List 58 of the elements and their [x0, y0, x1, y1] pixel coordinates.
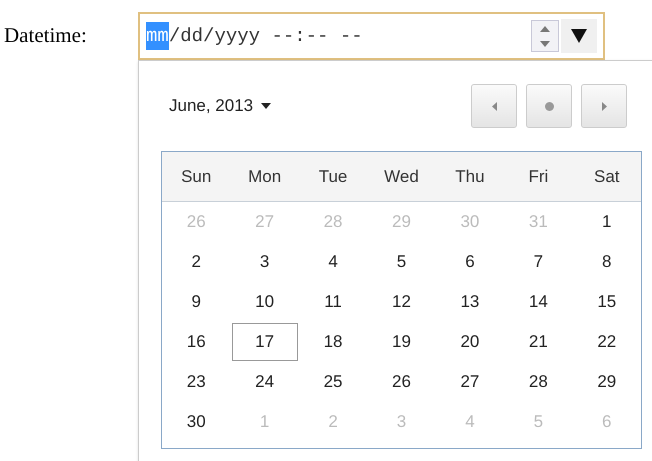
day-cell[interactable]: 27 [436, 363, 503, 401]
date-segment[interactable]: yyyy [214, 22, 260, 50]
weekday-header: Sat [593, 166, 621, 188]
date-segment[interactable]: dd [180, 22, 204, 50]
day-cell[interactable]: 11 [300, 283, 366, 321]
day-cell[interactable]: 18 [300, 323, 366, 361]
day-cell[interactable]: 28 [505, 363, 572, 401]
datetime-field[interactable]: mm/dd/yyyy --:-- -- [138, 12, 605, 60]
date-segment[interactable]: / [203, 22, 214, 50]
day-cell[interactable]: 9 [163, 283, 230, 321]
left-arrow-icon [492, 102, 496, 110]
day-cell[interactable]: 15 [574, 283, 640, 321]
day-cell[interactable]: 1 [574, 203, 640, 241]
down-arrow-icon [540, 40, 550, 46]
day-cell[interactable]: 22 [574, 323, 640, 361]
dot-icon [544, 102, 554, 110]
weekday-header: Fri [527, 166, 550, 188]
date-segment[interactable]: -- [328, 22, 363, 50]
day-cell[interactable]: 14 [505, 283, 572, 321]
day-cell[interactable]: 24 [232, 363, 298, 401]
caret-icon [261, 103, 272, 109]
day-cell[interactable]: 10 [232, 283, 298, 321]
date-segment[interactable]: / [168, 22, 180, 50]
next-month-button[interactable] [581, 84, 627, 128]
dropdown-button[interactable] [561, 19, 597, 53]
right-arrow-icon [602, 102, 606, 110]
day-cell[interactable]: 20 [436, 323, 503, 361]
day-cell[interactable]: 26 [368, 363, 434, 401]
day-cell[interactable]: 23 [163, 363, 230, 401]
weekday-header: Wed [383, 166, 420, 188]
today-button[interactable] [526, 84, 572, 128]
day-cell[interactable]: 13 [436, 283, 503, 321]
day-cell[interactable]: 8 [574, 243, 640, 281]
weekday-header: Thu [454, 166, 486, 188]
day-cell[interactable]: 17 [232, 323, 298, 361]
day-cell[interactable]: 25 [300, 363, 366, 401]
previous-month-button[interactable] [471, 84, 517, 128]
date-segment[interactable]: --:-- [260, 22, 328, 50]
dropdown-arrow-icon [571, 29, 587, 43]
month-selector[interactable]: June, 2013 [169, 93, 272, 119]
day-cell[interactable]: 2 [163, 243, 230, 281]
day-cell[interactable]: 7 [505, 243, 572, 281]
day-cell[interactable]: 29 [574, 363, 640, 401]
up-arrow-icon [540, 26, 550, 32]
day-cell[interactable]: 5 [368, 243, 434, 281]
weekday-header: Sun [180, 166, 212, 188]
day-cell[interactable]: 4 [300, 243, 366, 281]
weekday-header: Mon [247, 166, 282, 188]
day-cell[interactable]: 16 [163, 323, 230, 361]
day-cell[interactable]: 21 [505, 323, 572, 361]
day-cell[interactable]: 6 [436, 243, 503, 281]
day-cell[interactable]: 3 [232, 243, 298, 281]
field-label: Datetime: [4, 22, 88, 50]
day-cell[interactable]: 19 [368, 323, 434, 361]
day-cell[interactable]: 12 [368, 283, 434, 321]
day-cell[interactable]: 30 [163, 403, 230, 441]
weekday-header: Tue [318, 166, 348, 188]
spin-button[interactable] [531, 20, 559, 52]
